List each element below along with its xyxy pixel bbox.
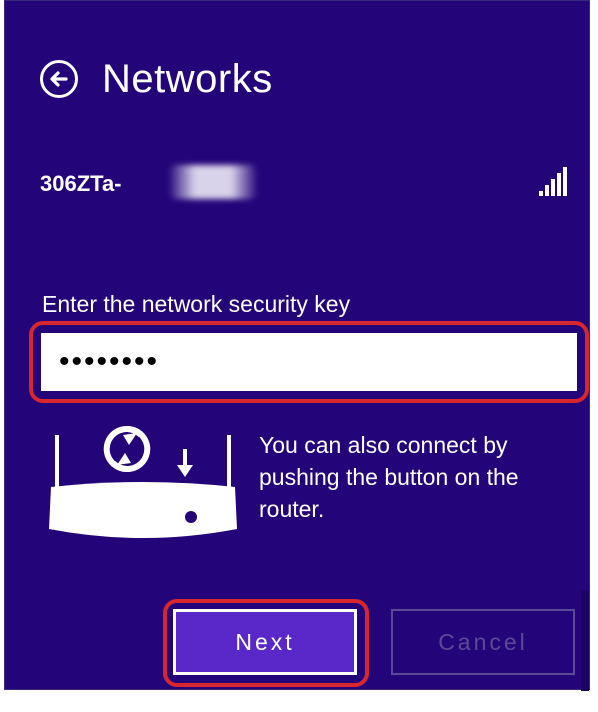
security-key-input[interactable] <box>41 333 577 391</box>
scrollbar[interactable] <box>581 591 589 691</box>
wps-instruction-text: You can also connect by pushing the butt… <box>259 432 519 522</box>
network-flyout: Networks 306ZTa- Enter the network secur… <box>4 0 590 691</box>
back-button[interactable] <box>40 60 78 98</box>
security-key-label: Enter the network security key <box>42 291 351 317</box>
signal-strength-icon <box>539 167 567 196</box>
next-button[interactable]: Next <box>173 609 357 675</box>
router-wps-icon <box>49 425 237 538</box>
network-item[interactable]: 306ZTa- <box>40 163 567 203</box>
page-title: Networks <box>102 56 273 101</box>
cancel-button[interactable]: Cancel <box>391 609 575 675</box>
arrow-left-circle-icon <box>50 71 68 87</box>
header: Networks <box>40 49 273 109</box>
redacted-ssid-blur <box>168 165 258 199</box>
network-name: 306ZTa- <box>40 171 122 196</box>
